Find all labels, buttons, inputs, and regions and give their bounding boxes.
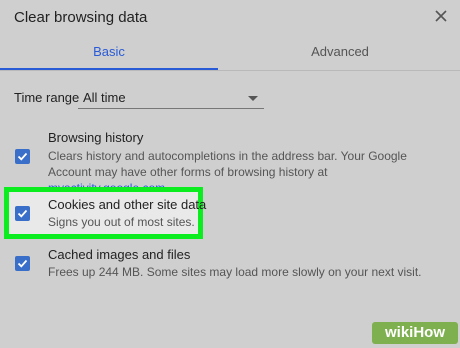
time-range-value: All time bbox=[83, 90, 126, 105]
checkbox-cached-images[interactable] bbox=[15, 256, 30, 271]
checkbox-browsing-history[interactable] bbox=[15, 149, 30, 164]
close-icon[interactable] bbox=[432, 7, 450, 25]
dropdown-arrow-icon bbox=[248, 96, 258, 101]
option-title: Cookies and other site data bbox=[48, 197, 207, 212]
tab-advanced[interactable]: Advanced bbox=[220, 40, 460, 68]
option-description: Frees up 244 MB. Some sites may load mor… bbox=[48, 265, 422, 279]
highlight-box bbox=[4, 187, 203, 239]
time-range-select[interactable]: All time bbox=[78, 86, 264, 109]
option-title: Cached images and files bbox=[48, 247, 191, 262]
checkmark-icon bbox=[17, 152, 28, 161]
checkmark-icon bbox=[17, 259, 28, 268]
tab-basic[interactable]: Basic bbox=[0, 40, 218, 70]
time-range-label: Time range bbox=[14, 90, 80, 105]
tab-bar: Basic Advanced bbox=[0, 40, 460, 70]
dialog-title: Clear browsing data bbox=[14, 9, 148, 26]
option-description: Signs you out of most sites. bbox=[48, 215, 195, 229]
checkmark-icon bbox=[17, 209, 28, 218]
checkbox-cookies[interactable] bbox=[15, 206, 30, 221]
option-title: Browsing history bbox=[48, 130, 144, 145]
wikihow-watermark: wikiHow bbox=[372, 322, 458, 344]
tab-divider bbox=[0, 70, 460, 71]
